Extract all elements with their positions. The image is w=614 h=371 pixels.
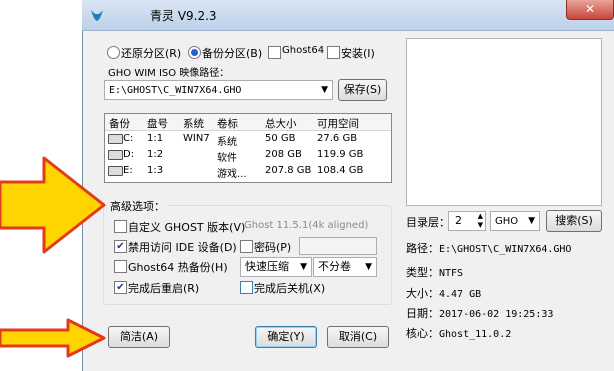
- compression-value: 快速压缩: [245, 260, 289, 273]
- reboot-label: 完成后重启(R): [128, 282, 200, 295]
- info-date: 日期：2017-06-02 19:25:33: [406, 305, 553, 321]
- install-label: 安装(I): [341, 47, 375, 60]
- directory-level-label: 目录层：: [406, 216, 450, 229]
- info-size-label: 大小：: [406, 287, 439, 300]
- password-input[interactable]: [299, 237, 377, 255]
- directory-level-value: 2: [455, 214, 462, 227]
- file-type-value: GHO: [495, 216, 519, 227]
- path-value: E:\GHOST\C_WIN7X64.GHO: [109, 85, 242, 96]
- chevron-down-icon: ▼: [528, 216, 535, 226]
- row-free: 119.9 GB: [317, 149, 364, 160]
- disable-ide-label: 禁用访问 IDE 设备(D): [128, 241, 237, 254]
- save-button[interactable]: 保存(S): [338, 79, 387, 101]
- row-drive: C:: [123, 133, 134, 144]
- chevron-down-icon: ▼: [365, 262, 372, 272]
- cancel-button[interactable]: 取消(C): [327, 326, 389, 348]
- reboot-checkbox[interactable]: ✔: [114, 281, 127, 294]
- row-total: 50 GB: [265, 133, 296, 144]
- chevron-down-icon: ▼: [321, 85, 328, 95]
- search-button[interactable]: 搜索(S): [546, 210, 602, 232]
- drive-icon: [108, 166, 123, 176]
- ghost64-hot-backup-label: Ghost64 热备份(H): [128, 261, 228, 274]
- col-total[interactable]: 总大小: [265, 116, 297, 131]
- row-drive: E:: [123, 165, 133, 176]
- ghost-version-select[interactable]: Ghost 11.5.1(4k aligned): [244, 220, 368, 231]
- col-free[interactable]: 可用空间: [317, 116, 359, 131]
- split-select[interactable]: 不分卷 ▼: [313, 257, 377, 277]
- partition-list[interactable]: 备份 盘号 系统 卷标 总大小 可用空间 C: 1:1 WIN7 系统 50 G…: [104, 113, 392, 183]
- row-disk: 1:3: [147, 165, 164, 176]
- ok-button[interactable]: 确定(Y): [255, 326, 317, 348]
- custom-ghost-checkbox[interactable]: [114, 220, 127, 233]
- path-label: GHO WIM ISO 映像路径：: [108, 68, 230, 79]
- row-label: 游戏...: [217, 169, 247, 180]
- directory-level-spinner[interactable]: 2 ▲ ▼: [448, 211, 486, 231]
- row-total: 208 GB: [265, 149, 302, 160]
- col-system[interactable]: 系统: [183, 116, 204, 131]
- file-type-select[interactable]: GHO ▼: [490, 211, 540, 231]
- password-label: 密码(P): [254, 241, 292, 254]
- chevron-down-icon: ▼: [300, 262, 307, 272]
- row-disk: 1:1: [147, 133, 164, 144]
- custom-ghost-label: 自定义 GHOST 版本(V): [128, 221, 246, 234]
- ghost64-label: Ghost64: [282, 45, 325, 56]
- window-title: 青灵 V9.2.3: [150, 9, 217, 23]
- row-free: 27.6 GB: [317, 133, 358, 144]
- drive-icon: [108, 134, 123, 144]
- split-value: 不分卷: [318, 260, 351, 273]
- table-row[interactable]: C: 1:1 WIN7 系统 50 GB 27.6 GB: [105, 131, 391, 148]
- row-system: WIN7: [183, 133, 210, 144]
- row-label: 软件: [217, 153, 237, 164]
- col-backup[interactable]: 备份: [109, 116, 130, 131]
- info-core-value: Ghost_11.0.2: [439, 329, 512, 340]
- restore-radio[interactable]: [107, 46, 120, 59]
- spin-down-icon[interactable]: ▼: [478, 221, 483, 229]
- password-checkbox[interactable]: [240, 240, 253, 253]
- info-type: 类型：NTFS: [406, 264, 463, 280]
- backup-label: 备份分区(B): [202, 47, 263, 60]
- info-date-label: 日期：: [406, 307, 439, 320]
- row-free: 108.4 GB: [317, 165, 364, 176]
- info-size-value: 4.47 GB: [439, 289, 482, 300]
- info-date-value: 2017-06-02 19:25:33: [439, 309, 554, 320]
- table-row[interactable]: E: 1:3 游戏... 207.8 GB 108.4 GB: [105, 163, 391, 180]
- ghost64-checkbox[interactable]: [268, 46, 281, 59]
- spin-up-icon[interactable]: ▲: [478, 212, 483, 220]
- info-type-value: NTFS: [439, 268, 464, 279]
- restore-label: 还原分区(R): [121, 47, 182, 60]
- info-path-value: E:\GHOST\C_WIN7X64.GHO: [439, 244, 572, 255]
- shutdown-checkbox[interactable]: [240, 281, 253, 294]
- info-core-label: 核心：: [406, 327, 439, 340]
- install-checkbox[interactable]: [327, 46, 340, 59]
- close-button[interactable]: ✕: [566, 0, 614, 20]
- row-total: 207.8 GB: [265, 165, 312, 176]
- info-type-label: 类型：: [406, 266, 439, 279]
- advanced-options-title: 高级选项：: [108, 198, 167, 214]
- compression-select[interactable]: 快速压缩 ▼: [240, 257, 312, 277]
- info-core: 核心：Ghost_11.0.2: [406, 325, 511, 341]
- table-row[interactable]: D: 1:2 软件 208 GB 119.9 GB: [105, 147, 391, 164]
- row-disk: 1:2: [147, 149, 164, 160]
- shutdown-label: 完成后关机(X): [254, 282, 326, 295]
- ghost64-hot-backup-checkbox[interactable]: [114, 260, 127, 273]
- info-path-label: 路径：: [406, 242, 439, 255]
- row-drive: D:: [123, 149, 135, 160]
- col-label[interactable]: 卷标: [217, 116, 238, 131]
- app-icon: [88, 6, 106, 24]
- info-path: 路径：E:\GHOST\C_WIN7X64.GHO: [406, 240, 571, 256]
- backup-radio[interactable]: [188, 46, 201, 59]
- row-label: 系统: [217, 137, 237, 148]
- annotation-arrow-large: [0, 156, 106, 254]
- simple-mode-button[interactable]: 简洁(A): [108, 326, 170, 348]
- annotation-arrow-small: [0, 318, 106, 358]
- preview-panel: [406, 38, 602, 206]
- path-combobox[interactable]: E:\GHOST\C_WIN7X64.GHO ▼: [104, 80, 333, 100]
- disable-ide-checkbox[interactable]: ✔: [114, 240, 127, 253]
- drive-icon: [108, 150, 123, 160]
- col-disk[interactable]: 盘号: [147, 116, 168, 131]
- info-size: 大小：4.47 GB: [406, 285, 481, 301]
